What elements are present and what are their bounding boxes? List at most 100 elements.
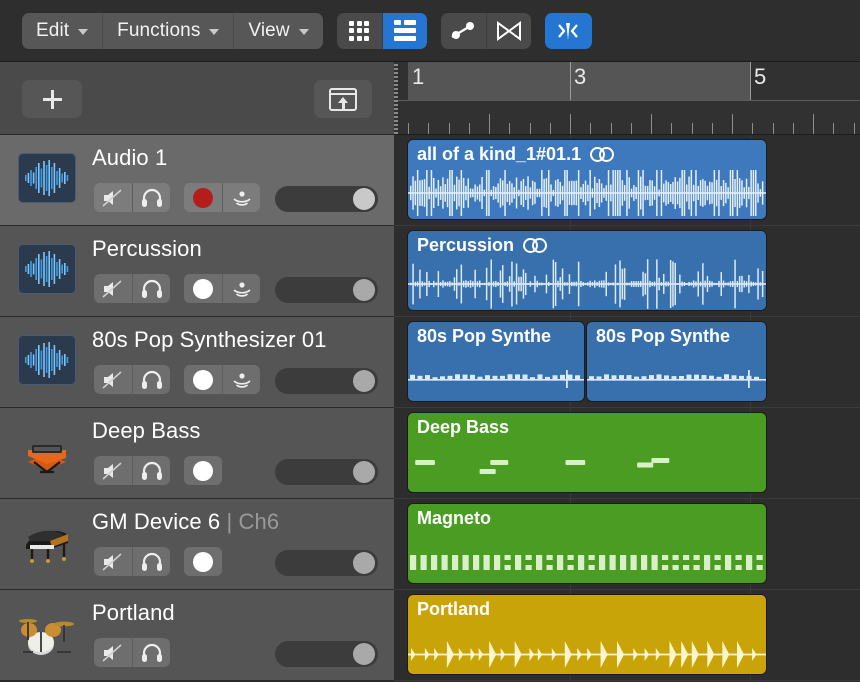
region-waveform xyxy=(408,439,766,489)
record-dot-icon xyxy=(193,552,213,572)
region-name: Magneto xyxy=(417,508,491,529)
volume-slider-knob[interactable] xyxy=(353,370,375,392)
track-lane[interactable]: Magneto xyxy=(394,499,860,590)
solo-button[interactable] xyxy=(132,638,170,667)
track-lane[interactable]: 80s Pop Synthe 80s Pop Synthe xyxy=(394,317,860,408)
region-name: 80s Pop Synthe xyxy=(596,326,730,347)
track-button-row xyxy=(94,365,260,394)
track-header-portland[interactable]: Portland xyxy=(0,590,394,681)
hide-panel-button[interactable] xyxy=(314,80,372,118)
audio-waveform-icon[interactable] xyxy=(18,335,76,385)
mute-button[interactable] xyxy=(94,365,132,394)
menu-functions[interactable]: Functions xyxy=(102,13,233,49)
region-name-text: all of a kind_1#01.1 xyxy=(417,144,581,165)
ruler-tick xyxy=(732,114,733,135)
track-lane[interactable]: all of a kind_1#01.1 xyxy=(394,135,860,226)
volume-slider[interactable] xyxy=(275,277,378,303)
automation-button[interactable] xyxy=(441,13,486,49)
track-name[interactable]: 80s Pop Synthesizer 01 xyxy=(92,327,327,353)
track-header-80s-pop-synthesizer-01[interactable]: 80s Pop Synthesizer 01 xyxy=(0,317,394,408)
mute-button[interactable] xyxy=(94,638,132,667)
record-enable-button[interactable] xyxy=(184,183,222,212)
audio-waveform-icon[interactable] xyxy=(18,244,76,294)
volume-slider[interactable] xyxy=(275,368,378,394)
grand-piano-icon[interactable] xyxy=(18,517,76,567)
ruler-left-edge xyxy=(394,62,398,135)
track-name[interactable]: Percussion xyxy=(92,236,202,262)
track-name[interactable]: Deep Bass xyxy=(92,418,201,444)
volume-slider[interactable] xyxy=(275,550,378,576)
solo-button[interactable] xyxy=(132,547,170,576)
input-monitor-button[interactable] xyxy=(222,274,260,303)
solo-button[interactable] xyxy=(132,274,170,303)
mute-button[interactable] xyxy=(94,456,132,485)
ruler-tick xyxy=(793,123,794,135)
track-lane[interactable]: Deep Bass xyxy=(394,408,860,499)
record-enable-button[interactable] xyxy=(184,365,222,394)
mute-button[interactable] xyxy=(94,547,132,576)
synthesizer-keyboard-icon[interactable] xyxy=(18,426,76,476)
menu-functions-label: Functions xyxy=(117,20,200,42)
track-name[interactable]: Portland xyxy=(92,600,175,626)
solo-button[interactable] xyxy=(132,456,170,485)
grid-view-button[interactable] xyxy=(337,13,382,49)
flex-time-button[interactable] xyxy=(545,13,592,49)
volume-slider-knob[interactable] xyxy=(353,643,375,665)
track-lane[interactable]: Percussion xyxy=(394,226,860,317)
volume-slider[interactable] xyxy=(275,641,378,667)
ruler-tick xyxy=(833,123,834,135)
record-enable-button[interactable] xyxy=(184,274,222,303)
menu-view[interactable]: View xyxy=(233,13,322,49)
list-view-button[interactable] xyxy=(382,13,427,49)
ruler[interactable]: 135 xyxy=(394,62,860,135)
region-80s-pop-synthe[interactable]: 80s Pop Synthe xyxy=(586,321,767,402)
ruler-tick xyxy=(489,114,490,135)
track-button-row xyxy=(94,274,260,303)
input-monitor-button[interactable] xyxy=(222,365,260,394)
track-name[interactable]: Audio 1 xyxy=(92,145,167,171)
region-all-of-a-kind-1-01-1[interactable]: all of a kind_1#01.1 xyxy=(407,139,767,220)
ruler-subdivisions xyxy=(394,100,860,135)
track-header-percussion[interactable]: Percussion xyxy=(0,226,394,317)
tool-toggle-group xyxy=(441,13,531,49)
mute-button[interactable] xyxy=(94,183,132,212)
region-magneto[interactable]: Magneto xyxy=(407,503,767,584)
track-header-gm-device-6[interactable]: GM Device 6 | Ch6 xyxy=(0,499,394,590)
region-80s-pop-synthe[interactable]: 80s Pop Synthe xyxy=(407,321,585,402)
mute-button[interactable] xyxy=(94,274,132,303)
record-enable-button[interactable] xyxy=(184,547,222,576)
add-track-button[interactable] xyxy=(22,80,82,118)
track-header-audio-1[interactable]: Audio 1 xyxy=(0,135,394,226)
record-dot-icon xyxy=(193,279,213,299)
region-percussion[interactable]: Percussion xyxy=(407,230,767,311)
track-lane[interactable]: Portland xyxy=(394,590,860,681)
volume-slider[interactable] xyxy=(275,459,378,485)
menu-view-label: View xyxy=(248,20,289,42)
record-monitor-pair xyxy=(184,456,222,485)
audio-waveform-icon[interactable] xyxy=(18,153,76,203)
mute-solo-pair xyxy=(94,183,170,212)
volume-slider-knob[interactable] xyxy=(353,188,375,210)
volume-slider-knob[interactable] xyxy=(353,279,375,301)
input-monitor-button[interactable] xyxy=(222,183,260,212)
volume-slider-knob[interactable] xyxy=(353,461,375,483)
ruler-tick xyxy=(631,123,632,135)
drum-kit-icon[interactable] xyxy=(18,608,76,658)
mute-solo-pair xyxy=(94,365,170,394)
ruler-tick xyxy=(651,114,652,135)
track-header-deep-bass[interactable]: Deep Bass xyxy=(0,408,394,499)
flex-button[interactable] xyxy=(486,13,531,49)
track-name[interactable]: GM Device 6 | Ch6 xyxy=(92,509,279,535)
volume-slider-knob[interactable] xyxy=(353,552,375,574)
record-enable-button[interactable] xyxy=(184,456,222,485)
ruler-tick xyxy=(692,123,693,135)
region-deep-bass[interactable]: Deep Bass xyxy=(407,412,767,493)
track-button-row xyxy=(94,456,222,485)
volume-slider[interactable] xyxy=(275,186,378,212)
menu-edit[interactable]: Edit xyxy=(22,13,102,49)
solo-button[interactable] xyxy=(132,365,170,394)
arrange-area[interactable]: all of a kind_1#01.1Percussion80s Pop Sy… xyxy=(394,135,860,682)
region-name-text: 80s Pop Synthe xyxy=(417,326,551,347)
region-portland[interactable]: Portland xyxy=(407,594,767,675)
solo-button[interactable] xyxy=(132,183,170,212)
